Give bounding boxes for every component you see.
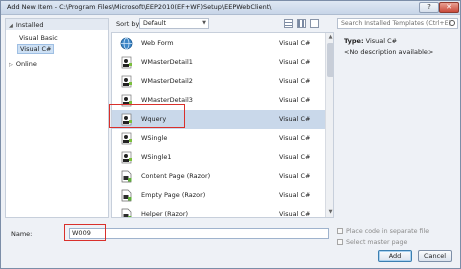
type-label: Type: xyxy=(344,37,364,45)
component-icon xyxy=(121,132,132,145)
template-item[interactable]: WSingle Visual C# xyxy=(112,129,325,148)
template-item[interactable]: Empty Page (Razor) Visual C# xyxy=(112,186,325,205)
type-value: Visual C# xyxy=(365,37,398,45)
add-button[interactable]: Add xyxy=(378,250,412,262)
template-language: Visual C# xyxy=(279,58,311,66)
chevron-down-icon: ▼ xyxy=(202,20,206,26)
template-language: Visual C# xyxy=(279,210,311,218)
template-item-selected[interactable]: Wquery Visual C# xyxy=(112,110,325,129)
template-item[interactable]: WMasterDetail3 Visual C# xyxy=(112,91,325,110)
template-name: Helper (Razor) xyxy=(141,210,189,218)
search-placeholder: Search Installed Templates (Ctrl+E) xyxy=(341,20,451,27)
scroll-thumb[interactable] xyxy=(327,43,333,77)
component-icon xyxy=(121,56,132,69)
sort-by-dropdown[interactable]: Default ▼ xyxy=(139,18,209,29)
razor-page-icon xyxy=(121,170,132,183)
small-icons-view-icon[interactable] xyxy=(297,19,306,28)
component-icon xyxy=(121,94,132,107)
template-language: Visual C# xyxy=(279,115,311,123)
sort-by-label: Sort by: xyxy=(116,20,142,28)
template-name: Empty Page (Razor) xyxy=(141,191,206,199)
details-panel: Search Installed Templates (Ctrl+E) Type… xyxy=(337,18,458,218)
template-name: WMasterDetail3 xyxy=(141,96,193,104)
place-code-checkbox[interactable] xyxy=(337,228,343,234)
component-icon xyxy=(121,151,132,164)
template-name: WMasterDetail2 xyxy=(141,77,193,85)
collapse-arrow-icon: ◢ xyxy=(9,23,13,29)
tree-item-visual-csharp[interactable]: Visual C# xyxy=(17,44,55,54)
search-icon[interactable] xyxy=(449,20,455,26)
help-button[interactable]: ? xyxy=(419,2,439,13)
tree-item-online[interactable]: ▷ Online xyxy=(9,60,37,68)
select-master-checkbox[interactable] xyxy=(337,239,343,245)
category-tree: ◢ Installed Visual Basic Visual C# ▷ Onlin… xyxy=(5,18,109,218)
template-name: Wquery xyxy=(141,115,167,123)
list-view-icon[interactable] xyxy=(284,19,293,28)
tree-item-label: Visual Basic xyxy=(19,34,58,42)
component-icon xyxy=(121,75,132,88)
template-language: Visual C# xyxy=(279,134,311,142)
razor-page-icon xyxy=(121,189,132,202)
name-input[interactable]: W009 xyxy=(69,228,329,239)
scroll-down-icon[interactable]: ▼ xyxy=(327,209,333,216)
template-name: WSingle1 xyxy=(141,153,172,161)
template-name: WSingle xyxy=(141,134,168,142)
select-master-label: Select master page xyxy=(346,239,408,246)
description-text: <No description available> xyxy=(344,48,434,56)
tree-item-visual-basic[interactable]: Visual Basic xyxy=(19,34,58,42)
template-language: Visual C# xyxy=(279,77,311,85)
template-list: Web Form Visual C# WMasterDetail1 Visual… xyxy=(111,32,334,218)
template-item[interactable]: Web Form Visual C# xyxy=(112,34,325,53)
installed-label: Installed xyxy=(15,21,44,29)
template-item[interactable]: WMasterDetail1 Visual C# xyxy=(112,53,325,72)
template-item[interactable]: Helper (Razor) Visual C# xyxy=(112,205,325,218)
scroll-up-icon[interactable]: ▲ xyxy=(327,34,333,41)
window-title: Add New Item - C:\Program Files\Microsof… xyxy=(7,3,272,11)
place-code-label: Place code in separate file xyxy=(346,228,430,235)
name-label: Name: xyxy=(11,230,33,238)
template-item[interactable]: WMasterDetail2 Visual C# xyxy=(112,72,325,91)
template-list-scrollbar[interactable]: ▲ ▼ xyxy=(325,33,333,217)
sort-value: Default xyxy=(143,20,167,27)
template-language: Visual C# xyxy=(279,39,311,47)
template-language: Visual C# xyxy=(279,153,311,161)
globe-icon xyxy=(120,37,133,50)
template-name: WMasterDetail1 xyxy=(141,58,193,66)
cancel-button[interactable]: Cancel xyxy=(418,250,452,262)
search-templates-input[interactable]: Search Installed Templates (Ctrl+E) xyxy=(337,18,458,29)
bottom-bar: Name: W009 Place code in separate file S… xyxy=(1,221,460,268)
template-language: Visual C# xyxy=(279,191,311,199)
template-name: Content Page (Razor) xyxy=(141,172,211,180)
tree-item-label: Visual C# xyxy=(20,45,52,53)
select-master-checkbox-row[interactable]: Select master page xyxy=(337,239,407,246)
template-item[interactable]: WSingle1 Visual C# xyxy=(112,148,325,167)
large-icons-view-icon[interactable] xyxy=(310,19,319,28)
razor-page-icon xyxy=(121,208,132,217)
type-row: Type: Visual C# xyxy=(344,37,397,45)
title-bar: Add New Item - C:\Program Files\Microsof… xyxy=(1,1,460,15)
add-new-item-dialog: Add New Item - C:\Program Files\Microsof… xyxy=(0,0,461,269)
place-code-checkbox-row[interactable]: Place code in separate file xyxy=(337,228,429,235)
sort-toolbar: Sort by: Default ▼ xyxy=(111,18,331,30)
template-language: Visual C# xyxy=(279,172,311,180)
online-label: Online xyxy=(15,60,37,68)
expand-arrow-icon: ▷ xyxy=(9,62,13,68)
close-button[interactable]: ✕ xyxy=(439,2,459,13)
component-icon xyxy=(121,113,132,126)
template-language: Visual C# xyxy=(279,96,311,104)
template-item[interactable]: Content Page (Razor) Visual C# xyxy=(112,167,325,186)
template-name: Web Form xyxy=(141,39,174,47)
installed-header[interactable]: ◢ Installed xyxy=(6,19,108,30)
